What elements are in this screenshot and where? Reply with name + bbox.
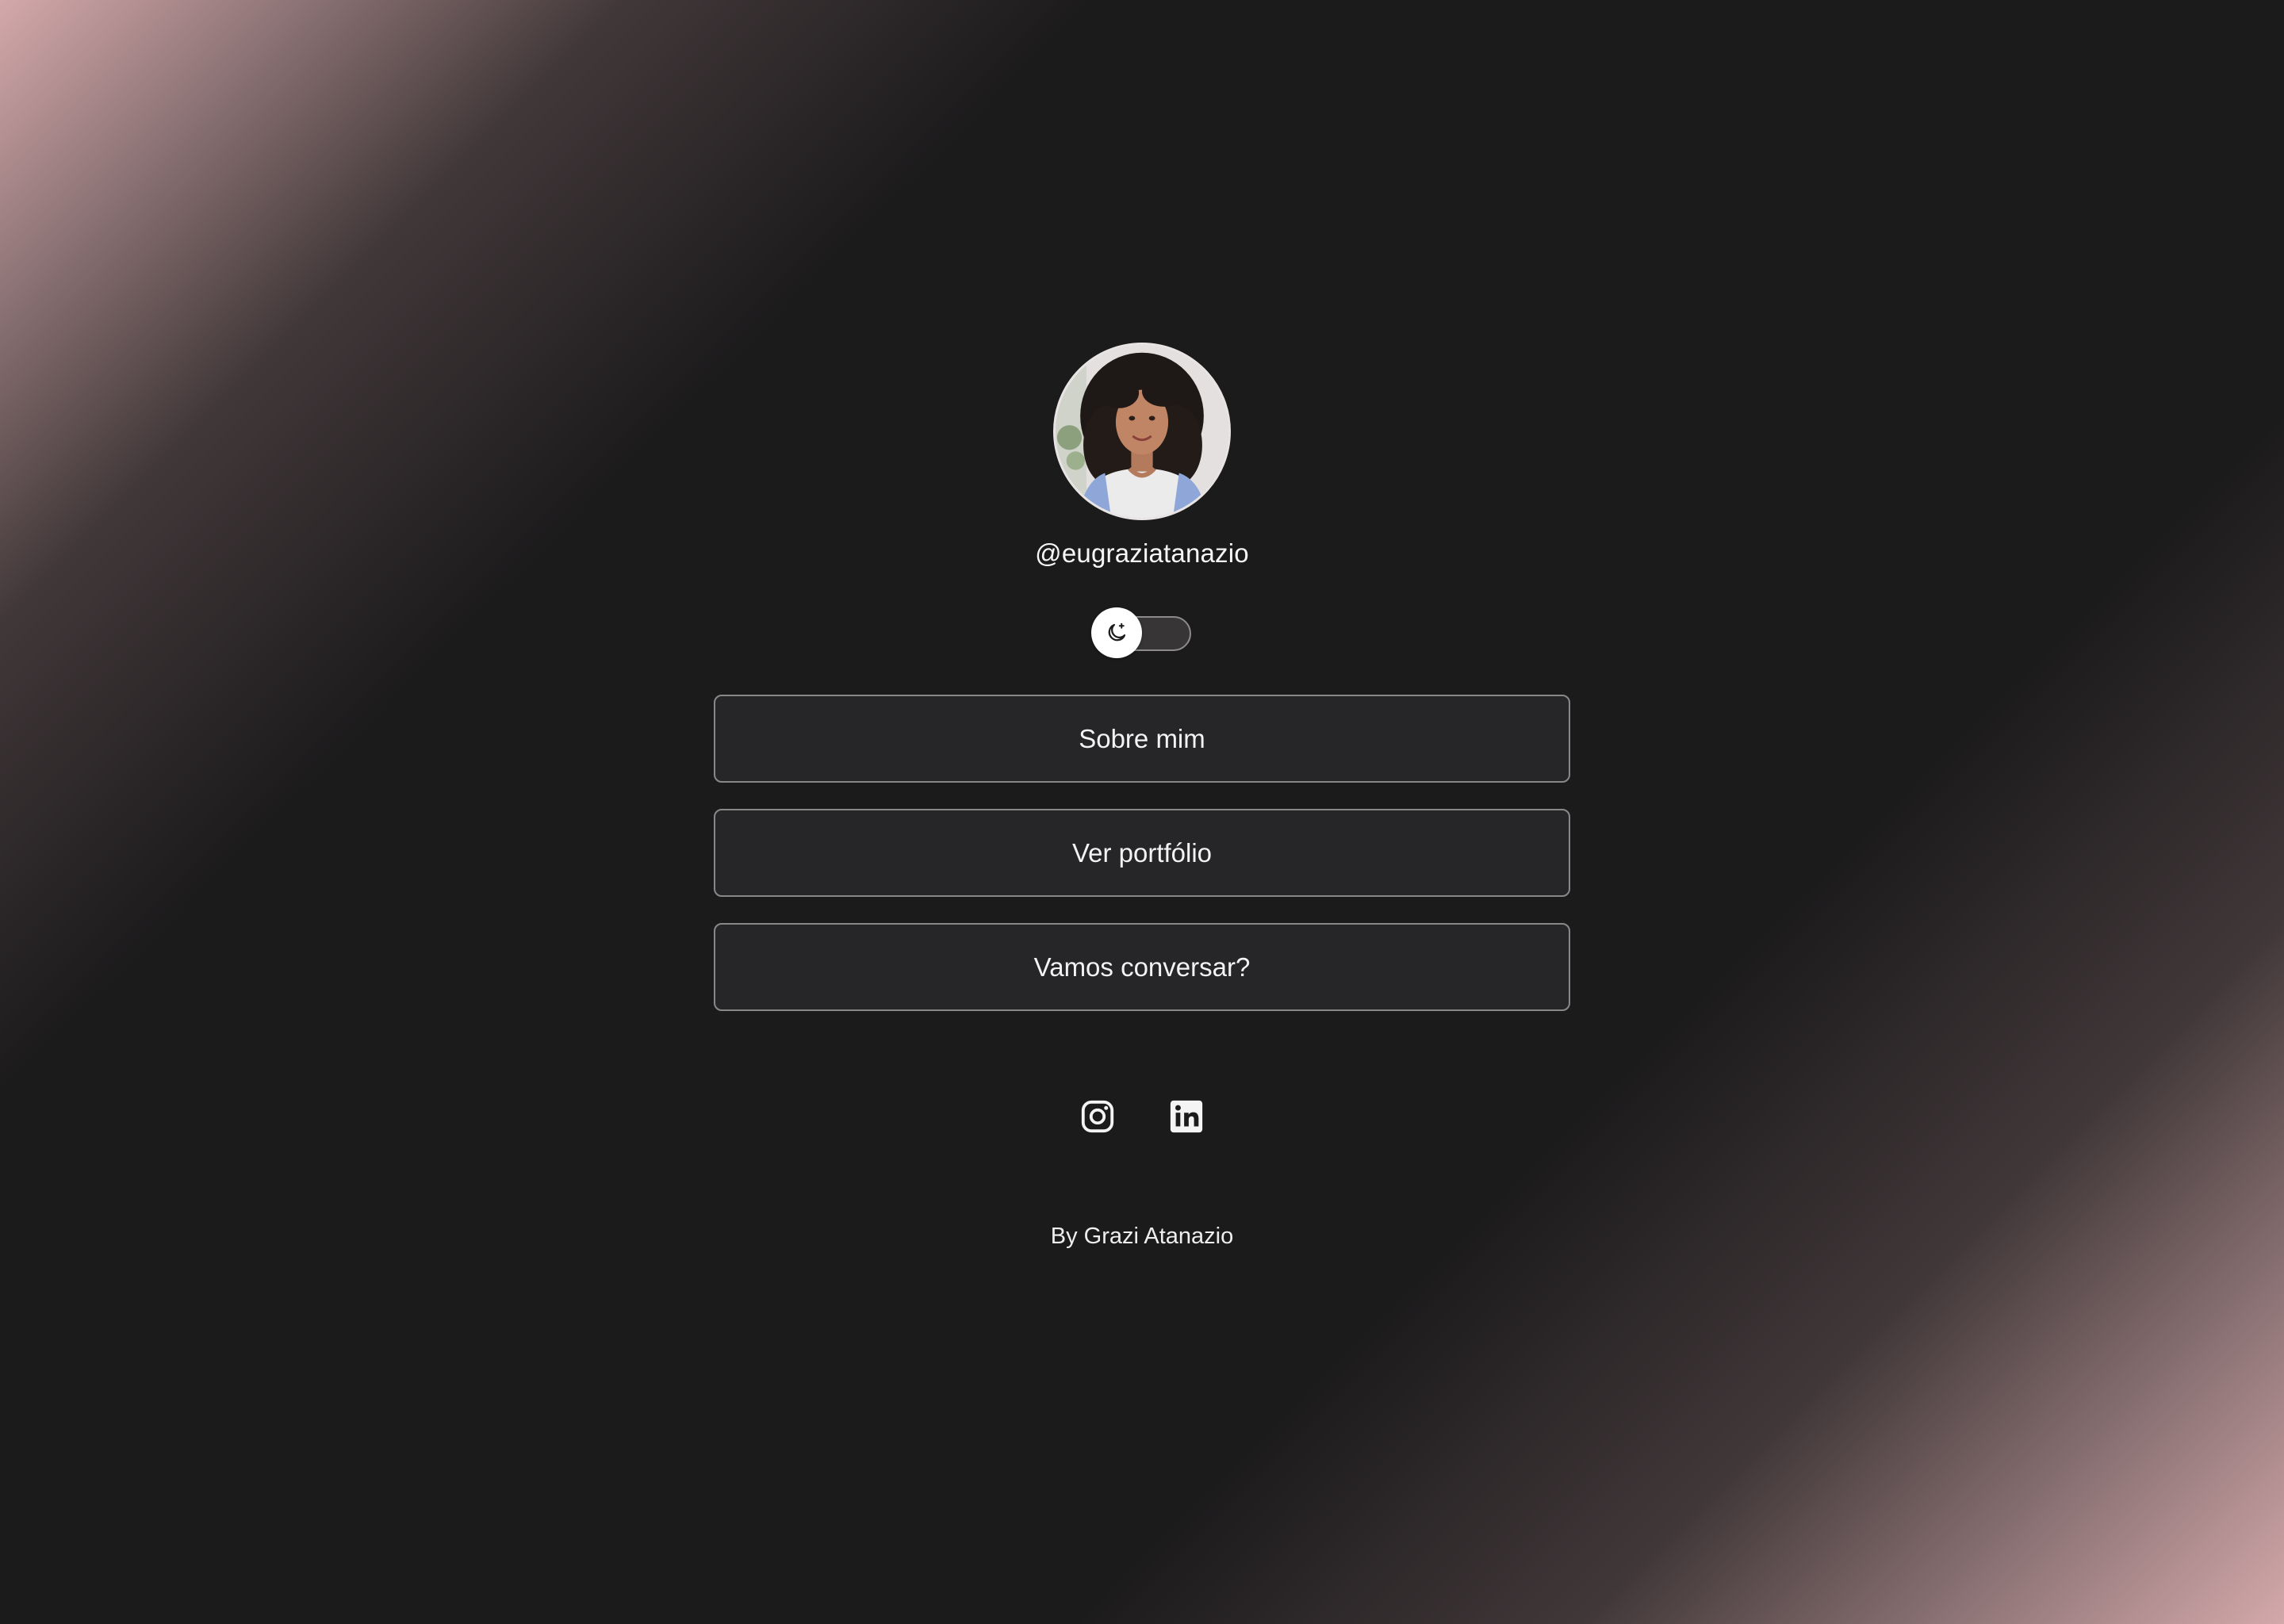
- footer-credit: By Grazi Atanazio: [1050, 1224, 1234, 1249]
- portfolio-button[interactable]: Ver portfólio: [714, 809, 1570, 897]
- toggle-knob[interactable]: [1091, 607, 1142, 658]
- instagram-icon: [1081, 1100, 1114, 1133]
- instagram-link[interactable]: [1079, 1098, 1116, 1135]
- linkedin-link[interactable]: [1168, 1098, 1205, 1135]
- avatar: [1053, 343, 1231, 520]
- moon-icon: [1108, 622, 1126, 642]
- link-list: Sobre mim Ver portfólio Vamos conversar?: [714, 695, 1570, 1011]
- profile-handle: @eugraziatanazio: [1035, 538, 1249, 568]
- link-page: @eugraziatanazio Sobre mim Ver portfólio…: [0, 0, 2284, 1624]
- contact-button[interactable]: Vamos conversar?: [714, 923, 1570, 1011]
- social-links: [1079, 1098, 1205, 1135]
- linkedin-icon: [1170, 1100, 1203, 1133]
- about-me-button[interactable]: Sobre mim: [714, 695, 1570, 783]
- profile-photo: [1056, 345, 1228, 518]
- theme-toggle[interactable]: [1091, 607, 1193, 658]
